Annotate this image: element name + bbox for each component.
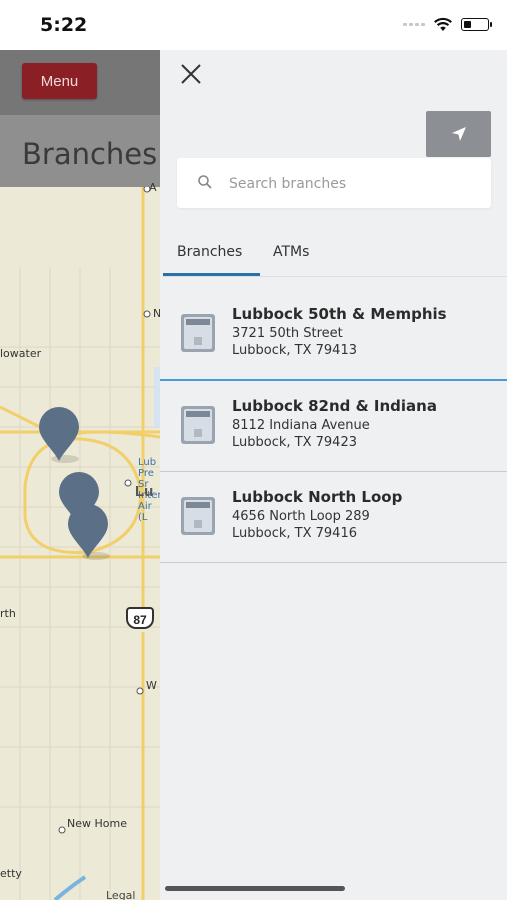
- branch-address-line1: 4656 North Loop 289: [232, 509, 370, 524]
- list-item[interactable]: Lubbock North Loop 4656 North Loop 289 L…: [160, 472, 507, 563]
- branch-building-icon: [181, 314, 215, 352]
- cellular-signal-icon: [403, 23, 425, 26]
- locate-me-button[interactable]: [426, 111, 491, 157]
- map[interactable]: A N lowater Lub Pre Sr Intern Air (L Lu …: [0, 181, 160, 900]
- map-label-wolfforth: rth: [0, 607, 16, 620]
- branch-building-icon: [181, 406, 215, 444]
- app-header: Menu: [0, 50, 160, 115]
- branch-address-line2: Lubbock, TX 79423: [232, 435, 357, 450]
- branch-address-line2: Lubbock, TX 79413: [232, 343, 357, 358]
- map-label-city: Lu: [135, 483, 154, 500]
- list-item[interactable]: Lubbock 82nd & Indiana 8112 Indiana Aven…: [160, 381, 507, 472]
- status-bar: 5:22: [0, 0, 507, 50]
- active-tab-indicator: [163, 273, 260, 276]
- branch-address-line1: 3721 50th Street: [232, 326, 343, 341]
- branch-search-panel: Branches ATMs Lubbock 50th & Memphis 372…: [160, 50, 507, 900]
- branch-name: Lubbock North Loop: [232, 488, 403, 506]
- highway-shield-icon: 87: [126, 607, 154, 629]
- map-label-bellwater: lowater: [0, 347, 42, 360]
- wifi-icon: [434, 17, 452, 31]
- branch-address-line2: Lubbock, TX 79416: [232, 526, 357, 541]
- map-label-north: N: [153, 307, 160, 320]
- branch-name: Lubbock 82nd & Indiana: [232, 397, 437, 415]
- menu-button[interactable]: Menu: [22, 63, 97, 99]
- tab-branches[interactable]: Branches: [177, 244, 242, 260]
- close-button[interactable]: [176, 62, 206, 92]
- tab-atms[interactable]: ATMs: [273, 244, 309, 260]
- map-pin-icon[interactable]: [66, 502, 110, 560]
- background-page: Menu Branches A N lowater Lub Pre Sr Int…: [0, 50, 160, 900]
- map-label-new-home: New Home: [67, 817, 127, 830]
- home-indicator[interactable]: [165, 886, 345, 891]
- page-title: Branches: [22, 137, 158, 171]
- branch-list: Lubbock 50th & Memphis 3721 50th Street …: [160, 289, 507, 563]
- status-icons: [403, 17, 492, 32]
- branch-building-icon: [181, 497, 215, 535]
- tab-bar: Branches ATMs: [163, 230, 507, 277]
- branch-address-line1: 8112 Indiana Avenue: [232, 418, 370, 433]
- map-label-slaton: etty: [0, 867, 22, 880]
- list-item[interactable]: Lubbock 50th & Memphis 3721 50th Street …: [160, 289, 507, 381]
- status-time: 5:22: [40, 14, 88, 36]
- map-pin-icon[interactable]: [37, 405, 81, 463]
- page-title-band: Branches: [0, 115, 160, 187]
- search-box: [177, 158, 491, 208]
- map-label-w: W: [146, 679, 157, 692]
- location-arrow-icon: [451, 127, 466, 141]
- legal-link[interactable]: Legal: [106, 889, 135, 900]
- search-icon: [198, 175, 212, 189]
- close-icon: [181, 64, 201, 84]
- branch-name: Lubbock 50th & Memphis: [232, 305, 447, 323]
- battery-icon: [461, 18, 492, 31]
- map-label-shallowater: A: [149, 181, 157, 194]
- search-input[interactable]: [227, 172, 481, 196]
